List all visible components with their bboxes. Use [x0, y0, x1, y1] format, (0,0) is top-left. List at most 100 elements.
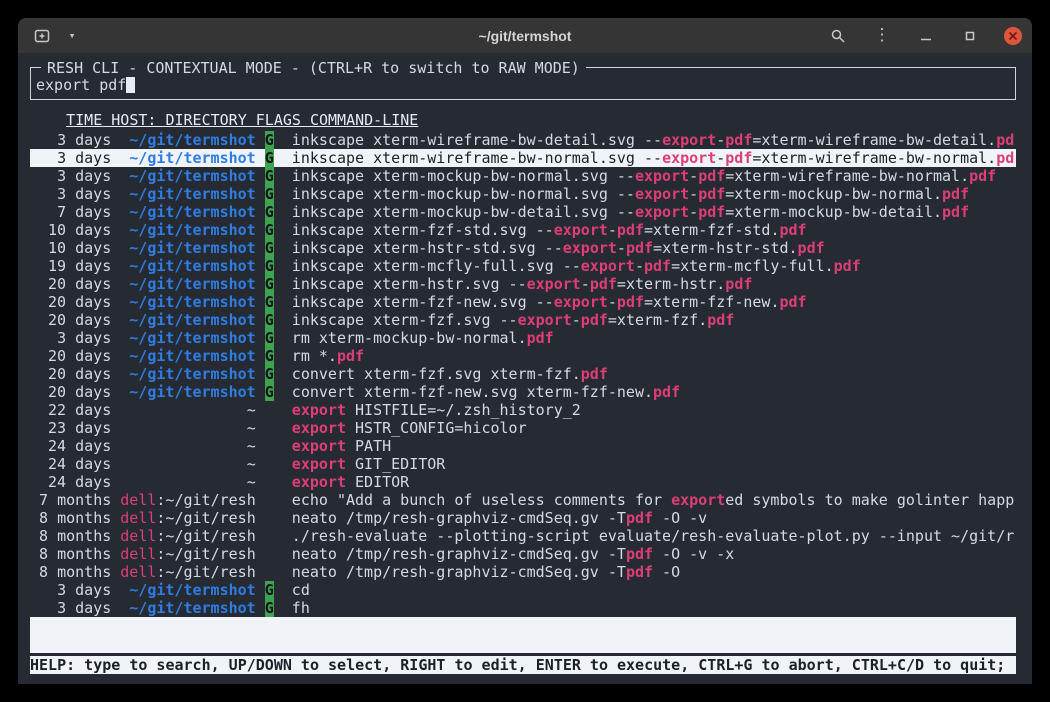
history-row[interactable]: 8 months dell:~/git/resh neato /tmp/resh… [30, 563, 1016, 581]
search-query-text: export pdf [36, 76, 126, 94]
history-row[interactable]: 19 days ~/git/termshot G inkscape xterm-… [30, 257, 1016, 275]
search-button[interactable] [828, 26, 848, 46]
history-row[interactable]: 20 days ~/git/termshot G rm *.pdf [30, 347, 1016, 365]
history-row[interactable]: 8 months dell:~/git/resh ./resh-evaluate… [30, 527, 1016, 545]
history-host: ~ [120, 473, 255, 491]
history-time: 19 days [39, 257, 111, 275]
history-row[interactable]: 3 days ~/git/termshot G rm xterm-mockup-… [30, 329, 1016, 347]
titlebar[interactable]: ▾ ~/git/termshot ⋮ [18, 18, 1032, 54]
history-command: convert xterm-fzf.svg xterm-fzf.pdf [292, 365, 1016, 383]
history-flags [265, 437, 274, 455]
history-row[interactable]: 20 days ~/git/termshot G inkscape xterm-… [30, 275, 1016, 293]
history-time: 24 days [39, 437, 111, 455]
history-time: 20 days [39, 365, 111, 383]
git-flag-badge: G [265, 131, 274, 149]
history-time: 20 days [39, 293, 111, 311]
history-row[interactable]: 3 days ~/git/termshot G inkscape xterm-m… [30, 167, 1016, 185]
history-flags [265, 419, 274, 437]
history-host: ~/git/termshot [120, 365, 255, 383]
history-command: inkscape xterm-hstr.svg --export-pdf=xte… [292, 275, 1016, 293]
history-flags: G [265, 275, 274, 293]
close-icon [1008, 31, 1018, 41]
history-row[interactable]: 10 days ~/git/termshot G inkscape xterm-… [30, 221, 1016, 239]
history-flags: G [265, 257, 274, 275]
history-row[interactable]: 20 days ~/git/termshot G convert xterm-f… [30, 365, 1016, 383]
history-flags [265, 401, 274, 419]
git-flag-badge: G [265, 149, 274, 167]
history-row[interactable]: 8 months dell:~/git/resh neato /tmp/resh… [30, 509, 1016, 527]
desktop-background: ▾ ~/git/termshot ⋮ [0, 0, 1050, 702]
chevron-down-icon: ▾ [69, 30, 76, 41]
columns-header-text: TIME HOST: DIRECTORY FLAGS COMMAND-LINE [66, 111, 418, 129]
history-command: export HISTFILE=~/.zsh_history_2 [292, 401, 1016, 419]
history-row[interactable]: 23 days ~ export HSTR_CONFIG=hicolor [30, 419, 1016, 437]
history-time: 3 days [39, 131, 111, 149]
titlebar-right-group: ⋮ [828, 26, 1022, 46]
history-row[interactable]: 24 days ~ export EDITOR [30, 473, 1016, 491]
git-flag-badge: G [265, 383, 274, 401]
history-flags [265, 509, 274, 527]
minimize-icon [918, 28, 934, 44]
history-time: 22 days [39, 401, 111, 419]
history-host: ~ [120, 455, 255, 473]
history-host: ~/git/termshot [120, 329, 255, 347]
history-flags [265, 563, 274, 581]
history-host: ~ [120, 419, 255, 437]
history-host: ~/git/termshot [120, 149, 255, 167]
history-row[interactable]: 3 days ~/git/termshot G inkscape xterm-w… [30, 149, 1016, 167]
tab-menu-button[interactable]: ▾ [62, 26, 82, 46]
history-command: inkscape xterm-fzf-new.svg --export-pdf=… [292, 293, 1016, 311]
new-tab-button[interactable] [32, 26, 52, 46]
menu-button[interactable]: ⋮ [872, 26, 892, 46]
git-flag-badge: G [265, 365, 274, 383]
history-host: ~/git/termshot [120, 257, 255, 275]
history-row[interactable]: 3 days ~/git/termshot G inkscape xterm-w… [30, 131, 1016, 149]
history-command: fh [292, 599, 1016, 617]
history-row[interactable]: 8 months dell:~/git/resh neato /tmp/resh… [30, 545, 1016, 563]
history-row[interactable]: 3 days ~/git/termshot G inkscape xterm-m… [30, 185, 1016, 203]
history-command: neato /tmp/resh-graphviz-cmdSeq.gv -Tpdf… [292, 563, 1016, 581]
history-row[interactable]: 20 days ~/git/termshot G inkscape xterm-… [30, 311, 1016, 329]
history-flags: G [265, 347, 274, 365]
history-list: 3 days ~/git/termshot G inkscape xterm-w… [30, 131, 1016, 617]
history-row[interactable]: 24 days ~ export PATH [30, 437, 1016, 455]
history-row[interactable]: 24 days ~ export GIT_EDITOR [30, 455, 1016, 473]
git-flag-badge: G [265, 275, 274, 293]
history-row[interactable]: 10 days ~/git/termshot G inkscape xterm-… [30, 239, 1016, 257]
history-row[interactable]: 7 days ~/git/termshot G inkscape xterm-m… [30, 203, 1016, 221]
history-row[interactable]: 7 months dell:~/git/resh echo "Add a bun… [30, 491, 1016, 509]
git-flag-badge: G [265, 293, 274, 311]
history-time: 3 days [39, 599, 111, 617]
history-command: export PATH [292, 437, 1016, 455]
history-row[interactable]: 3 days ~/git/termshot G fh [30, 599, 1016, 617]
history-host: ~/git/termshot [120, 203, 255, 221]
history-flags: G [265, 599, 274, 617]
history-row[interactable]: 3 days ~/git/termshot G cd [30, 581, 1016, 599]
history-host: dell:~/git/resh [120, 563, 255, 581]
history-row[interactable]: 22 days ~ export HISTFILE=~/.zsh_history… [30, 401, 1016, 419]
history-time: 23 days [39, 419, 111, 437]
restore-button[interactable] [960, 26, 980, 46]
new-tab-icon [34, 28, 50, 44]
history-command: inkscape xterm-wireframe-bw-normal.svg -… [292, 149, 1016, 167]
history-time: 24 days [39, 473, 111, 491]
history-command: inkscape xterm-hstr-std.svg --export-pdf… [292, 239, 1016, 257]
history-time: 3 days [39, 185, 111, 203]
terminal-content: RESH CLI - CONTEXTUAL MODE - (CTRL+R to … [18, 67, 1032, 684]
history-flags: G [265, 221, 274, 239]
git-flag-badge: G [265, 581, 274, 599]
columns-header: TIME HOST: DIRECTORY FLAGS COMMAND-LINE [30, 111, 1016, 129]
history-command: inkscape xterm-mockup-bw-normal.svg --ex… [292, 167, 1016, 185]
git-flag-badge: G [265, 599, 274, 617]
close-button[interactable] [1004, 27, 1022, 45]
history-command: export HSTR_CONFIG=hicolor [292, 419, 1016, 437]
history-host: ~/git/termshot [120, 185, 255, 203]
history-flags: G [265, 383, 274, 401]
history-row[interactable]: 20 days ~/git/termshot G convert xterm-f… [30, 383, 1016, 401]
history-row[interactable]: 20 days ~/git/termshot G inkscape xterm-… [30, 293, 1016, 311]
history-host: ~/git/termshot [120, 599, 255, 617]
history-time: 24 days [39, 455, 111, 473]
history-flags: G [265, 329, 274, 347]
minimize-button[interactable] [916, 26, 936, 46]
titlebar-left-group: ▾ [32, 26, 82, 46]
